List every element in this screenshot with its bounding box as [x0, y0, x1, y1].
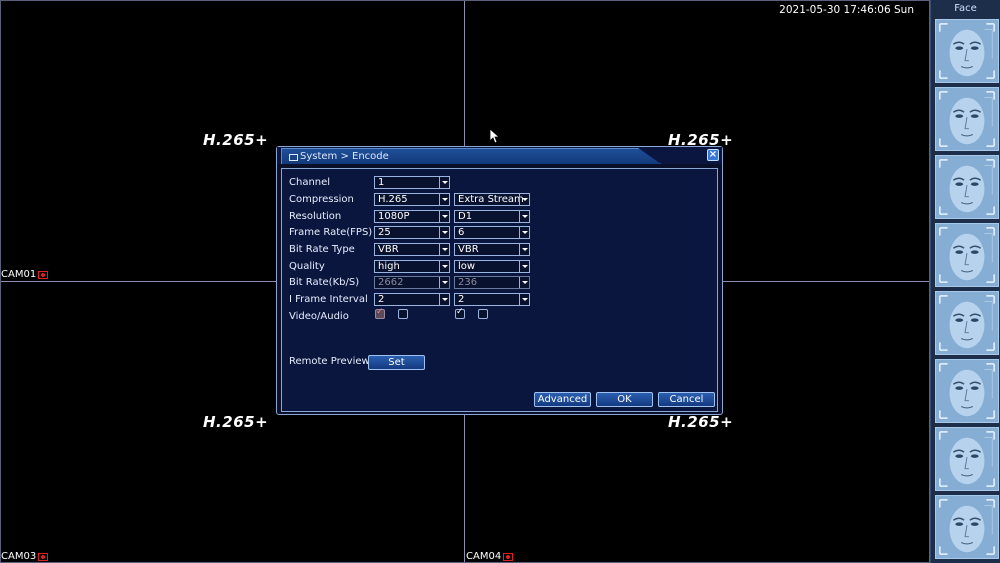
chevron-down-icon: [519, 261, 529, 272]
extra-frame-rate-value: 6: [458, 227, 465, 238]
main-audio-checkbox[interactable]: [398, 309, 408, 319]
chevron-down-icon: [519, 277, 529, 288]
main-frame-rate-select[interactable]: 25: [374, 226, 450, 239]
video-audio-label: Video/Audio: [289, 311, 349, 322]
extra-resolution-select[interactable]: D1: [454, 210, 530, 223]
extra-resolution-value: D1: [458, 211, 473, 222]
face-thumbnail[interactable]: [935, 19, 999, 83]
i-frame-interval-label: I Frame Interval: [289, 294, 368, 305]
frame-rate-label: Frame Rate(FPS): [289, 227, 373, 238]
cam04-label[interactable]: CAM04: [466, 551, 514, 562]
chevron-down-icon: [519, 194, 529, 205]
chevron-down-icon: [439, 261, 449, 272]
face-thumbnail[interactable]: [935, 359, 999, 423]
close-icon: ×: [708, 149, 718, 160]
cam03-codec-label: H.265+: [203, 413, 269, 431]
extra-compression-value: Extra Stream: [458, 194, 524, 205]
face-thumbnail[interactable]: [935, 427, 999, 491]
compression-label: Compression: [289, 194, 354, 205]
chevron-down-icon: [439, 244, 449, 255]
extra-video-checkbox[interactable]: [455, 307, 465, 319]
channel-label: Channel: [289, 177, 331, 188]
cam01-codec-label: H.265+: [203, 131, 269, 149]
dialog-body: Channel Compression Resolution Frame Rat…: [281, 168, 718, 412]
extra-i-frame-value: 2: [458, 294, 465, 305]
main-quality-value: high: [378, 261, 400, 272]
bit-rate-type-label: Bit Rate Type: [289, 244, 355, 255]
resolution-label: Resolution: [289, 211, 342, 222]
chevron-down-icon: [439, 294, 449, 305]
settings-icon: [289, 154, 298, 161]
channel-select[interactable]: 1: [374, 176, 450, 189]
chevron-down-icon: [439, 211, 449, 222]
extra-i-frame-select[interactable]: 2: [454, 293, 530, 306]
extra-bit-rate-value: 236: [458, 277, 478, 288]
chevron-down-icon: [439, 177, 449, 188]
main-i-frame-value: 2: [378, 294, 385, 305]
extra-bit-rate-type-value: VBR: [458, 244, 479, 255]
face-thumbnail[interactable]: [935, 291, 999, 355]
extra-bit-rate-select: 236: [454, 276, 530, 289]
main-resolution-select[interactable]: 1080P: [374, 210, 450, 223]
extra-compression-select[interactable]: Extra Stream: [454, 193, 530, 206]
face-thumbnail[interactable]: [935, 155, 999, 219]
main-compression-value: H.265: [378, 194, 408, 205]
bit-rate-label: Bit Rate(Kb/S): [289, 277, 360, 288]
chevron-down-icon: [439, 277, 449, 288]
main-bit-rate-select: 2662: [374, 276, 450, 289]
main-bit-rate-type-select[interactable]: VBR: [374, 243, 450, 256]
record-icon: [38, 552, 49, 561]
main-quality-select[interactable]: high: [374, 260, 450, 273]
main-compression-select[interactable]: H.265: [374, 193, 450, 206]
face-thumbnail[interactable]: [935, 223, 999, 287]
remote-preview-label: Remote Preview: [289, 356, 370, 367]
cancel-button[interactable]: Cancel: [658, 392, 715, 407]
dialog-titlebar: System > Encode ×: [277, 147, 722, 164]
main-i-frame-select[interactable]: 2: [374, 293, 450, 306]
chevron-down-icon: [519, 211, 529, 222]
cam03-label[interactable]: CAM03: [1, 551, 49, 562]
record-icon: [503, 552, 514, 561]
extra-frame-rate-select[interactable]: 6: [454, 226, 530, 239]
face-detection-panel: Face: [930, 0, 1000, 563]
main-bit-rate-type-value: VBR: [378, 244, 399, 255]
cam04-name: CAM04: [466, 551, 502, 562]
dialog-tab: System > Encode: [281, 148, 661, 164]
advanced-button[interactable]: Advanced: [534, 392, 591, 407]
cam01-label[interactable]: CAM01: [1, 269, 49, 280]
main-video-checkbox[interactable]: [375, 307, 385, 319]
chevron-down-icon: [439, 194, 449, 205]
chevron-down-icon: [519, 244, 529, 255]
cam03-name: CAM03: [1, 551, 37, 562]
close-button[interactable]: ×: [707, 149, 719, 161]
face-thumbnail[interactable]: [935, 495, 999, 559]
main-resolution-value: 1080P: [378, 211, 410, 222]
extra-audio-checkbox[interactable]: [478, 309, 488, 319]
encode-dialog: System > Encode × Channel Compression Re…: [276, 146, 723, 415]
quality-label: Quality: [289, 261, 325, 272]
chevron-down-icon: [519, 294, 529, 305]
set-button[interactable]: Set: [368, 355, 425, 370]
extra-quality-select[interactable]: low: [454, 260, 530, 273]
main-bit-rate-value: 2662: [378, 277, 404, 288]
ok-button[interactable]: OK: [596, 392, 653, 407]
dialog-title: System > Encode: [300, 151, 389, 162]
cam01-name: CAM01: [1, 269, 37, 280]
face-panel-title: Face: [954, 3, 977, 14]
channel-value: 1: [378, 177, 385, 188]
chevron-down-icon: [519, 227, 529, 238]
record-icon: [38, 270, 49, 279]
chevron-down-icon: [439, 227, 449, 238]
main-frame-rate-value: 25: [378, 227, 391, 238]
face-thumbnail[interactable]: [935, 87, 999, 151]
extra-bit-rate-type-select[interactable]: VBR: [454, 243, 530, 256]
cam04-codec-label: H.265+: [668, 413, 734, 431]
extra-quality-value: low: [458, 261, 476, 272]
system-datetime: 2021-05-30 17:46:06 Sun: [779, 4, 914, 16]
